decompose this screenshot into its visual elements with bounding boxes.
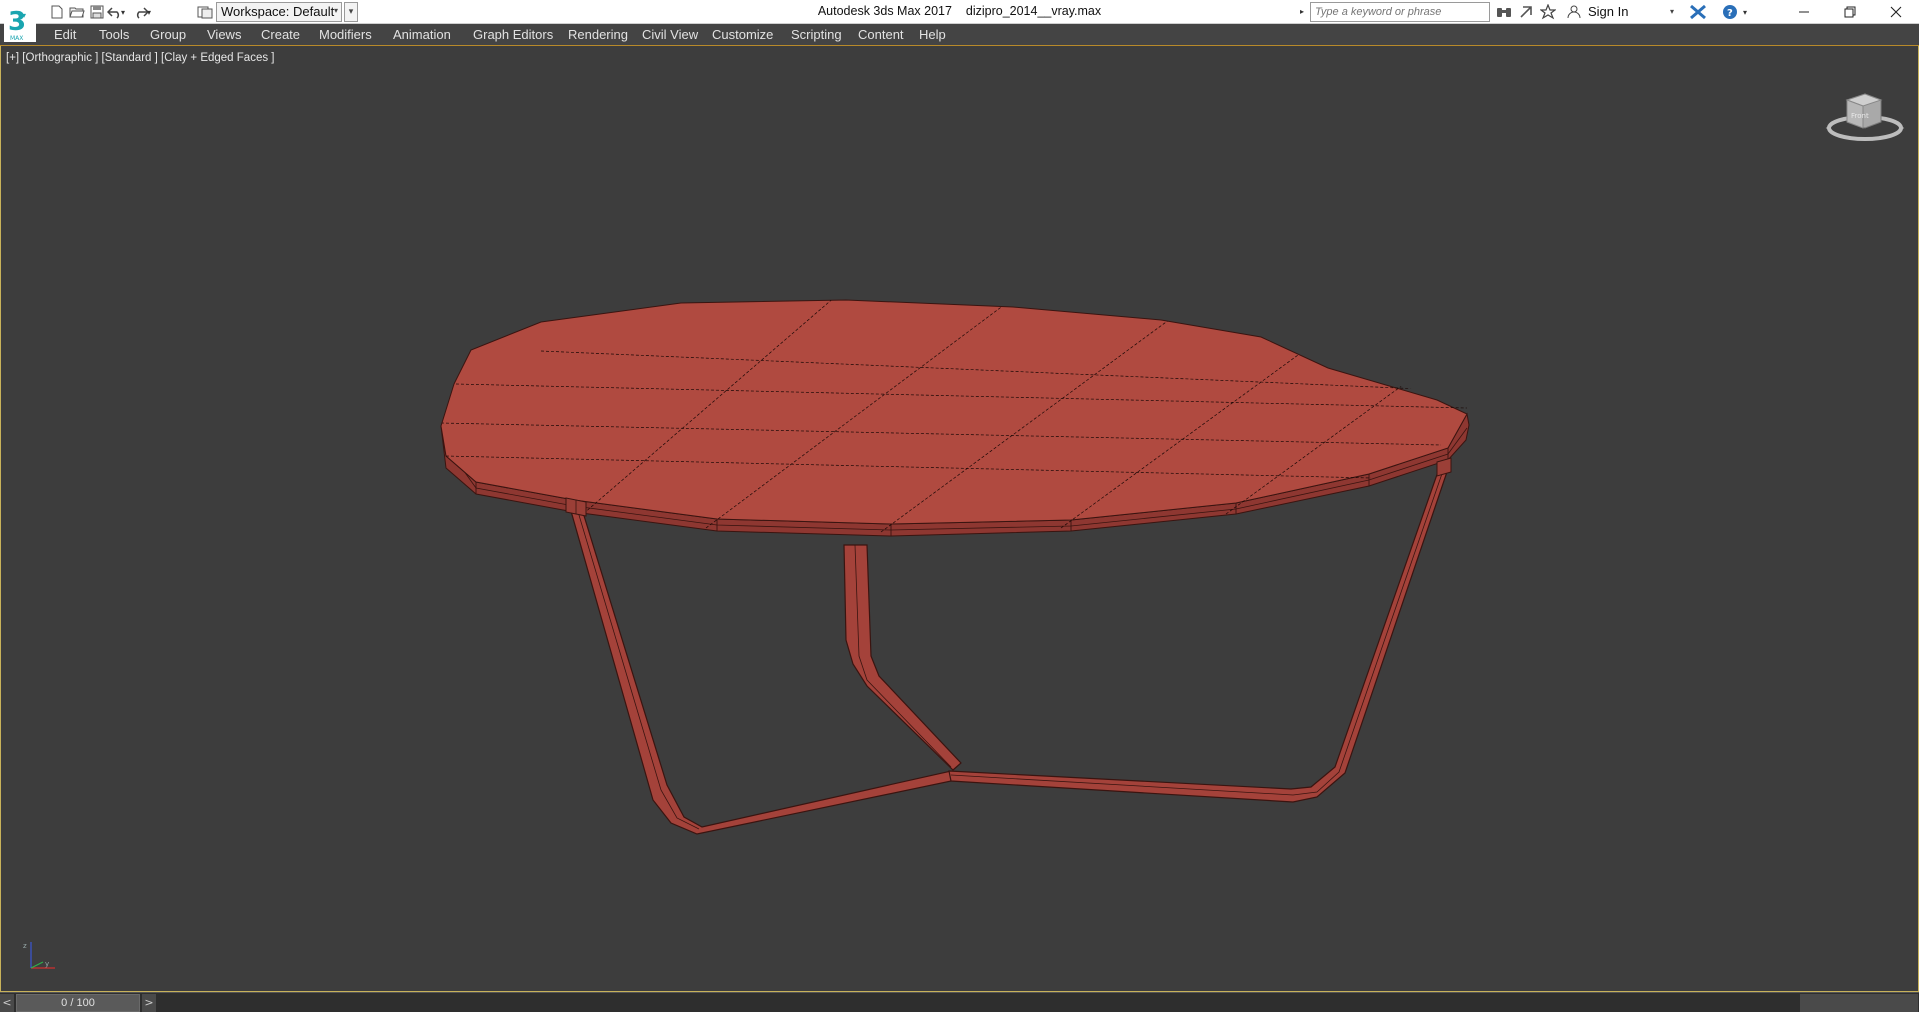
menu-graph-editors[interactable]: Graph Editors bbox=[473, 24, 553, 46]
redo-history-caret-icon[interactable]: ▾ bbox=[144, 2, 154, 22]
new-file-icon[interactable] bbox=[46, 2, 68, 22]
favorites-star-icon[interactable] bbox=[1538, 2, 1558, 22]
previous-frame-button[interactable]: < bbox=[0, 994, 14, 1012]
svg-text:▾: ▾ bbox=[22, 11, 26, 20]
menu-bar: Edit Tools Group Views Create Modifiers … bbox=[0, 24, 1919, 46]
workspace-label: Workspace: Default bbox=[221, 4, 335, 19]
perspective-viewport[interactable]: [+] [Orthographic ] [Standard ] [Clay + … bbox=[0, 46, 1919, 992]
app-title: Autodesk 3ds Max 2017 bbox=[817, 4, 952, 18]
menu-edit[interactable]: Edit bbox=[54, 24, 76, 46]
scene-canvas[interactable] bbox=[1, 46, 1919, 992]
menu-civil-view[interactable]: Civil View bbox=[642, 24, 698, 46]
menu-modifiers[interactable]: Modifiers bbox=[319, 24, 372, 46]
communication-center-icon[interactable] bbox=[1516, 2, 1536, 22]
file-name: dizipro_2014__vray.max bbox=[965, 4, 1102, 18]
user-icon bbox=[1564, 2, 1584, 22]
restore-icon[interactable] bbox=[1827, 0, 1873, 24]
timeline-bar: < 0 / 100 > bbox=[0, 992, 1919, 1012]
project-folder-icon[interactable] bbox=[194, 2, 216, 22]
menu-create[interactable]: Create bbox=[261, 24, 300, 46]
time-slider[interactable]: 0 / 100 bbox=[16, 994, 140, 1012]
menu-group[interactable]: Group bbox=[150, 24, 186, 46]
axis-tripod-icon: z y bbox=[23, 942, 55, 969]
close-icon[interactable] bbox=[1873, 0, 1919, 24]
search-expand-icon[interactable]: ▸ bbox=[1300, 4, 1308, 20]
open-file-icon[interactable] bbox=[66, 2, 88, 22]
menu-tools[interactable]: Tools bbox=[99, 24, 129, 46]
viewcube-icon[interactable]: Front bbox=[1825, 84, 1905, 148]
workspace-dropdown[interactable]: Workspace: Default ▾ bbox=[216, 2, 342, 22]
workspace-menu-icon[interactable]: ▾ bbox=[344, 2, 358, 22]
menu-rendering[interactable]: Rendering bbox=[568, 24, 628, 46]
autodesk-exchange-icon[interactable] bbox=[1688, 2, 1708, 22]
chevron-down-icon: ▾ bbox=[333, 6, 338, 15]
viewcube-face-label: Front bbox=[1851, 112, 1869, 120]
svg-text:?: ? bbox=[1727, 8, 1733, 19]
table-top[interactable] bbox=[440, 296, 1470, 537]
menu-animation[interactable]: Animation bbox=[393, 24, 451, 46]
binoculars-icon[interactable] bbox=[1494, 2, 1514, 22]
title-bar: 3 ▾ MAX ▾ ▾ Workspace: Default ▾ ▾ Autod… bbox=[0, 0, 1919, 42]
sign-in-link[interactable]: Sign In bbox=[1588, 2, 1628, 22]
svg-text:MAX: MAX bbox=[10, 35, 23, 42]
next-frame-button[interactable]: > bbox=[142, 994, 156, 1012]
help-caret-icon[interactable]: ▾ bbox=[1740, 2, 1750, 22]
menu-views[interactable]: Views bbox=[207, 24, 241, 46]
timeline-scrollbar[interactable] bbox=[1800, 994, 1918, 1012]
menu-content[interactable]: Content bbox=[858, 24, 904, 46]
app-logo-icon[interactable]: 3 ▾ MAX bbox=[4, 2, 36, 42]
chevron-down-icon[interactable]: ▾ bbox=[1670, 2, 1680, 22]
svg-text:y: y bbox=[45, 960, 49, 968]
svg-text:z: z bbox=[23, 942, 27, 950]
menu-customize[interactable]: Customize bbox=[712, 24, 773, 46]
menu-scripting[interactable]: Scripting bbox=[791, 24, 842, 46]
undo-history-caret-icon[interactable]: ▾ bbox=[118, 2, 128, 22]
search-input[interactable] bbox=[1310, 2, 1490, 22]
menu-help[interactable]: Help bbox=[919, 24, 946, 46]
help-icon[interactable]: ? bbox=[1720, 2, 1740, 22]
minimize-icon[interactable] bbox=[1781, 0, 1827, 24]
